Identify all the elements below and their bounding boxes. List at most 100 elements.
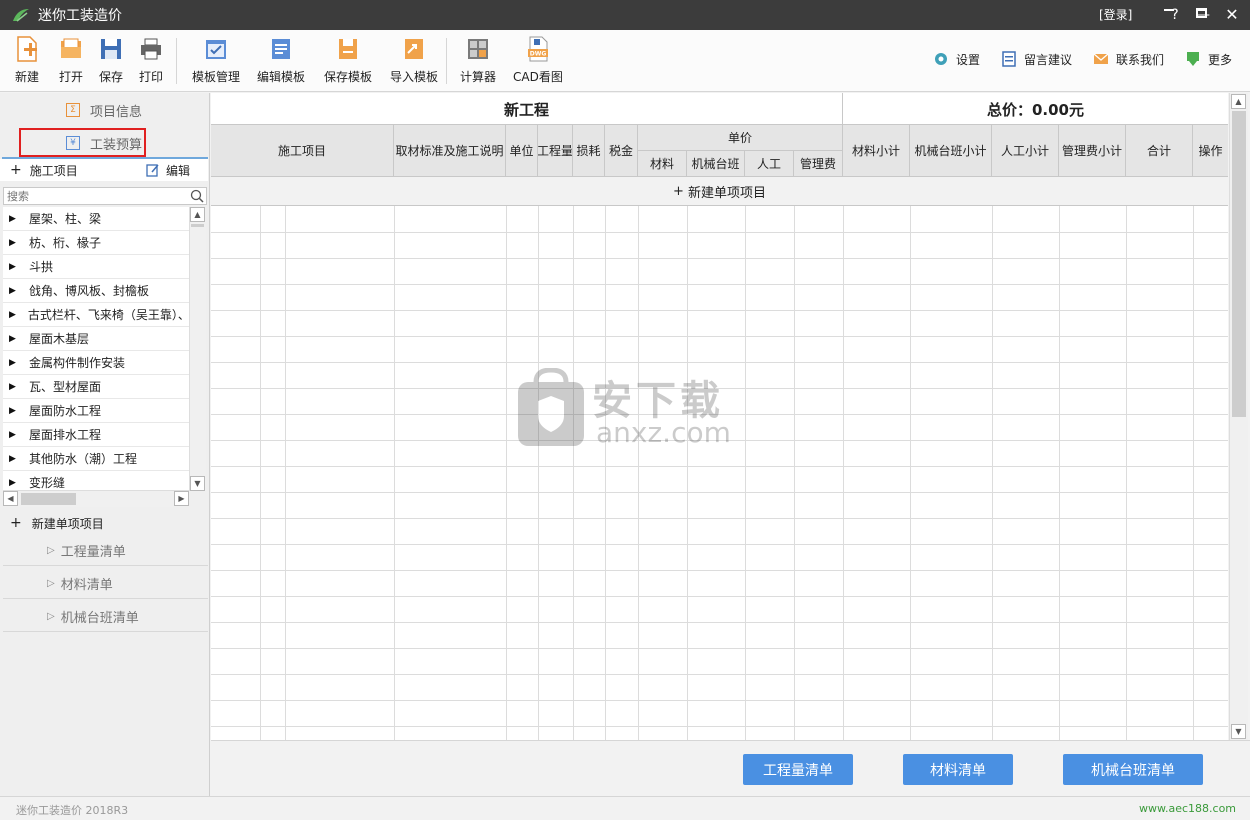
- template-manage-button[interactable]: 模板管理: [192, 36, 240, 88]
- search-box[interactable]: [3, 187, 207, 205]
- expand-arrow-icon[interactable]: ▶: [9, 238, 17, 248]
- material-list-action-button[interactable]: 材料清单: [903, 754, 1013, 785]
- tree-item[interactable]: ▶ 斗拱: [3, 255, 189, 279]
- scroll-thumb[interactable]: [21, 493, 76, 505]
- expand-arrow-icon[interactable]: ▶: [9, 334, 17, 344]
- material-list-button[interactable]: ▷ 材料清单: [3, 569, 208, 599]
- grid-vertical-scrollbar[interactable]: ▲ ▼: [1229, 93, 1248, 740]
- header-item[interactable]: 施工项目: [211, 125, 394, 177]
- header-machine-subtotal[interactable]: 机械台班小计: [910, 125, 992, 177]
- edit-link[interactable]: 编辑: [166, 162, 190, 179]
- scroll-up-icon[interactable]: ▲: [190, 207, 205, 222]
- header-material[interactable]: 材料: [638, 151, 687, 177]
- import-template-button[interactable]: 导入模板: [390, 36, 438, 88]
- tree-item[interactable]: ▶ 屋面木基层: [3, 327, 189, 351]
- minimize-icon[interactable]: [1164, 9, 1174, 11]
- feedback-button[interactable]: 留言建议: [1000, 50, 1072, 68]
- header-op[interactable]: 操作: [1193, 125, 1228, 177]
- header-labor[interactable]: 人工: [745, 151, 794, 177]
- close-icon[interactable]: ✕: [1222, 4, 1242, 24]
- header-qty[interactable]: 工程量: [538, 125, 573, 177]
- machine-list-button[interactable]: ▷ 机械台班清单: [3, 602, 208, 632]
- new-item-row[interactable]: + 新建单项项目: [211, 177, 1228, 206]
- calculator-button[interactable]: 计算器: [460, 36, 496, 88]
- tree-item[interactable]: ▶ 变形缝: [3, 471, 189, 491]
- tree-item[interactable]: ▶ 其他防水（潮）工程: [3, 447, 189, 471]
- quantity-list-action-button[interactable]: 工程量清单: [743, 754, 853, 785]
- tree-item[interactable]: ▶ 枋、桁、椽子: [3, 231, 189, 255]
- header-loss[interactable]: 损耗: [573, 125, 605, 177]
- tree-horizontal-scrollbar[interactable]: ◀ ▶: [3, 490, 189, 507]
- open-button[interactable]: 打开: [58, 36, 84, 88]
- expand-arrow-icon[interactable]: ▶: [9, 262, 17, 272]
- header-material-subtotal[interactable]: 材料小计: [843, 125, 910, 177]
- tree-item[interactable]: ▶ 古式栏杆、飞来椅（吴王靠）、: [3, 303, 189, 327]
- header-unit-price[interactable]: 单价: [638, 125, 843, 151]
- maximize-icon[interactable]: [1196, 8, 1207, 18]
- grid-line: [1059, 206, 1060, 740]
- triangle-right-icon: ▷: [47, 578, 55, 589]
- edit-icon[interactable]: [146, 163, 160, 177]
- expand-arrow-icon[interactable]: ▶: [9, 478, 17, 488]
- grid-line: [211, 648, 1228, 649]
- contact-button[interactable]: 联系我们: [1092, 50, 1164, 68]
- header-mgmt[interactable]: 管理费: [794, 151, 843, 177]
- header-mgmt-subtotal[interactable]: 管理费小计: [1059, 125, 1126, 177]
- expand-arrow-icon[interactable]: ▶: [9, 454, 17, 464]
- machine-list-action-button[interactable]: 机械台班清单: [1063, 754, 1203, 785]
- search-input[interactable]: [7, 189, 187, 203]
- new-button[interactable]: 新建: [14, 36, 40, 88]
- bottom-action-bar: 工程量清单 材料清单 机械台班清单: [211, 740, 1250, 796]
- expand-arrow-icon[interactable]: ▶: [9, 430, 17, 440]
- expand-arrow-icon[interactable]: ▶: [9, 382, 17, 392]
- scroll-thumb[interactable]: [1232, 111, 1246, 417]
- plus-icon[interactable]: +: [10, 162, 22, 178]
- new-item-button[interactable]: + 新建单项项目: [0, 511, 208, 535]
- login-link[interactable]: [登录]: [1099, 6, 1132, 23]
- grid-line: [211, 362, 1228, 363]
- header-machine[interactable]: 机械台班: [687, 151, 745, 177]
- construction-items-label[interactable]: 施工项目: [30, 162, 78, 179]
- cad-view-button[interactable]: DWG CAD看图: [513, 36, 563, 88]
- more-button[interactable]: 更多: [1184, 50, 1232, 68]
- header-sum[interactable]: 合计: [1126, 125, 1193, 177]
- tree-item[interactable]: ▶ 戗角、博风板、封檐板: [3, 279, 189, 303]
- quantity-list-button[interactable]: ▷ 工程量清单: [3, 536, 208, 566]
- tree-vertical-scrollbar[interactable]: ▲ ▼: [189, 207, 206, 491]
- print-button[interactable]: 打印: [138, 36, 164, 88]
- new-file-icon: [14, 36, 40, 62]
- expand-arrow-icon[interactable]: ▶: [9, 310, 16, 320]
- help-button[interactable]: ?: [1160, 0, 1190, 30]
- save-button[interactable]: 保存: [98, 36, 124, 88]
- tree-item[interactable]: ▶ 瓦、型材屋面: [3, 375, 189, 399]
- tree-item[interactable]: ▶ 屋面排水工程: [3, 423, 189, 447]
- header-desc[interactable]: 取材标准及施工说明: [394, 125, 506, 177]
- scroll-left-icon[interactable]: ◀: [3, 491, 18, 506]
- scroll-thumb[interactable]: [191, 224, 204, 227]
- expand-arrow-icon[interactable]: ▶: [9, 214, 17, 224]
- grid-line: [211, 596, 1228, 597]
- save-template-button[interactable]: 保存模板: [324, 36, 372, 88]
- expand-arrow-icon[interactable]: ▶: [9, 358, 17, 368]
- website-link[interactable]: www.aec188.com: [1139, 802, 1236, 815]
- tree-item[interactable]: ▶ 屋面防水工程: [3, 399, 189, 423]
- header-labor-subtotal[interactable]: 人工小计: [992, 125, 1059, 177]
- tree-item[interactable]: ▶ 屋架、柱、梁: [3, 207, 189, 231]
- grid-line: [211, 726, 1228, 727]
- expand-arrow-icon[interactable]: ▶: [9, 286, 17, 296]
- expand-arrow-icon[interactable]: ▶: [9, 406, 17, 416]
- grid-line: [1126, 206, 1127, 740]
- search-icon[interactable]: [190, 189, 204, 203]
- header-tax[interactable]: 税金: [605, 125, 638, 177]
- settings-button[interactable]: 设置: [932, 50, 980, 68]
- scroll-up-icon[interactable]: ▲: [1231, 94, 1246, 109]
- tree-item[interactable]: ▶ 金属构件制作安装: [3, 351, 189, 375]
- project-title: 新工程: [211, 93, 843, 125]
- edit-template-button[interactable]: 编辑模板: [257, 36, 305, 88]
- scroll-down-icon[interactable]: ▼: [1231, 724, 1246, 739]
- scroll-down-icon[interactable]: ▼: [190, 476, 205, 491]
- scroll-right-icon[interactable]: ▶: [174, 491, 189, 506]
- tab-project-info[interactable]: Σ 项目信息: [0, 95, 208, 125]
- header-unit[interactable]: 单位: [506, 125, 538, 177]
- grid-line: [260, 206, 261, 740]
